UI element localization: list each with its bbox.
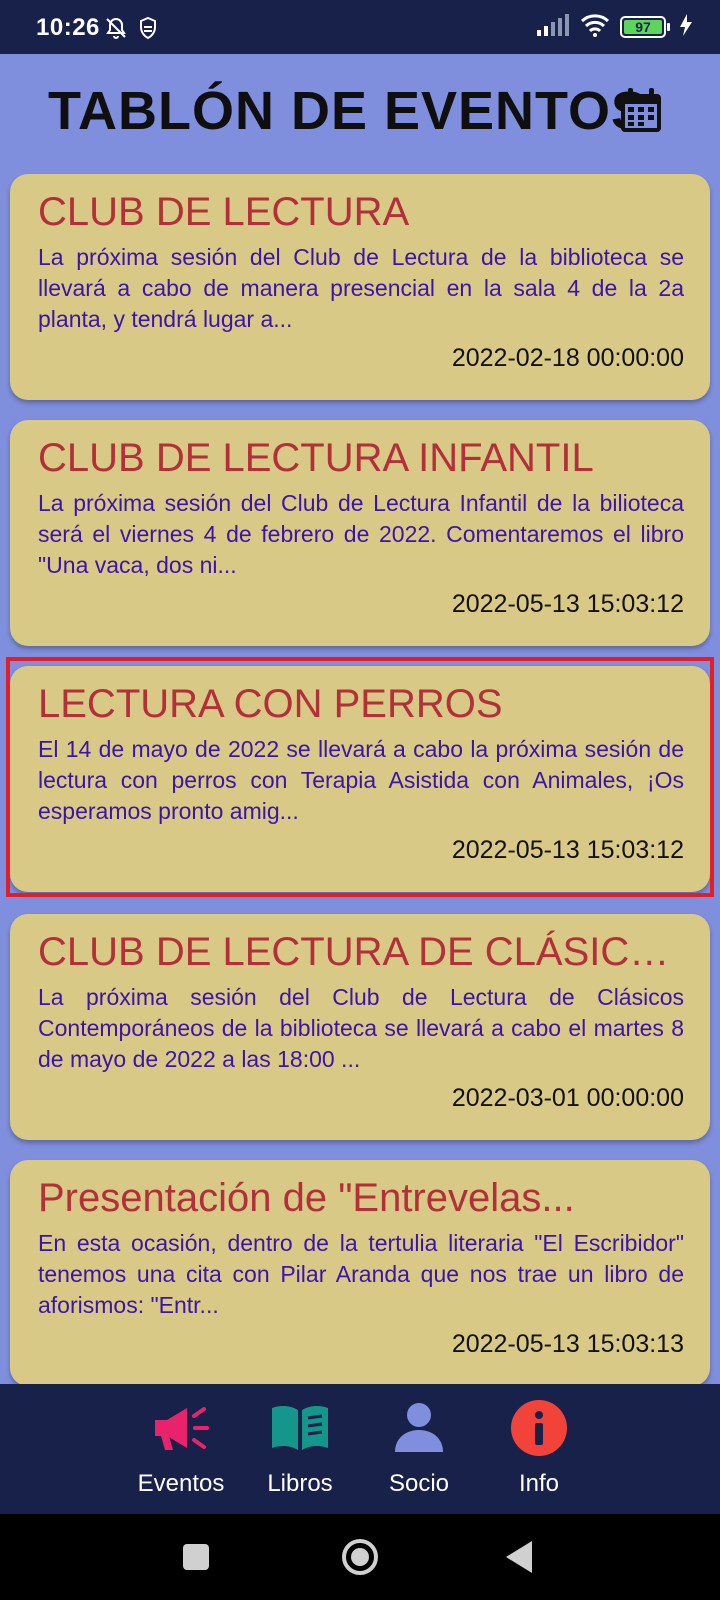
shield-icon xyxy=(138,16,158,45)
event-title: Presentación de "Entrevelas... xyxy=(38,1176,575,1220)
megaphone-icon xyxy=(151,1398,211,1458)
home-button[interactable] xyxy=(341,1538,379,1581)
event-card[interactable]: Presentación de "Entrevelas... En esta o… xyxy=(10,1160,710,1386)
system-nav-bar xyxy=(0,1514,720,1600)
signal-icon xyxy=(536,13,570,41)
nav-label: Socio xyxy=(388,1470,450,1497)
event-title: CLUB DE LECTURA DE CLÁSICOS... xyxy=(38,930,696,974)
bottom-nav: Eventos Libros Socio Info xyxy=(0,1384,720,1514)
nav-item-libros[interactable]: Libros xyxy=(240,1384,360,1514)
recents-button[interactable] xyxy=(183,1544,209,1575)
nav-label: Info xyxy=(518,1470,560,1497)
status-bar: 10:26 97 xyxy=(0,0,720,54)
nav-label: Libros xyxy=(267,1470,333,1497)
selection-highlight xyxy=(6,657,714,897)
event-title: CLUB DE LECTURA xyxy=(38,190,410,234)
nav-item-eventos[interactable]: Eventos xyxy=(121,1384,241,1514)
info-icon xyxy=(509,1398,569,1458)
book-icon xyxy=(270,1398,330,1458)
event-description: La próxima sesión del Club de Lectura de… xyxy=(38,984,684,1072)
nav-label: Eventos xyxy=(137,1470,225,1497)
event-description: La próxima sesión del Club de Lectura In… xyxy=(38,490,684,578)
event-description: En esta ocasión, dentro de la tertulia l… xyxy=(38,1230,684,1318)
header: TABLÓN DE EVENTOS xyxy=(0,54,720,166)
battery-icon: 97 xyxy=(620,16,670,38)
back-button[interactable] xyxy=(506,1541,534,1578)
wifi-icon xyxy=(580,13,610,42)
event-date: 2022-03-01 00:00:00 xyxy=(451,1084,684,1112)
event-card[interactable]: CLUB DE LECTURA INFANTIL La próxima sesi… xyxy=(10,420,710,646)
event-card[interactable]: CLUB DE LECTURA DE CLÁSICOS... La próxim… xyxy=(10,914,710,1140)
calendar-icon[interactable] xyxy=(617,87,665,135)
nav-item-info[interactable]: Info xyxy=(479,1384,599,1514)
status-time: 10:26 xyxy=(36,14,100,41)
battery-level: 97 xyxy=(635,19,651,35)
event-date: 2022-05-13 15:03:12 xyxy=(451,590,684,618)
event-date: 2022-02-18 00:00:00 xyxy=(451,344,684,372)
charging-icon xyxy=(680,13,692,41)
nav-item-socio[interactable]: Socio xyxy=(359,1384,479,1514)
page-title: TABLÓN DE EVENTOS xyxy=(48,81,649,141)
event-date: 2022-05-13 15:03:13 xyxy=(451,1330,684,1358)
bell-off-icon xyxy=(104,16,128,45)
event-title: CLUB DE LECTURA INFANTIL xyxy=(38,436,594,480)
event-card[interactable]: CLUB DE LECTURA La próxima sesión del Cl… xyxy=(10,174,710,400)
event-description: La próxima sesión del Club de Lectura de… xyxy=(38,244,684,332)
person-icon xyxy=(389,1398,449,1458)
